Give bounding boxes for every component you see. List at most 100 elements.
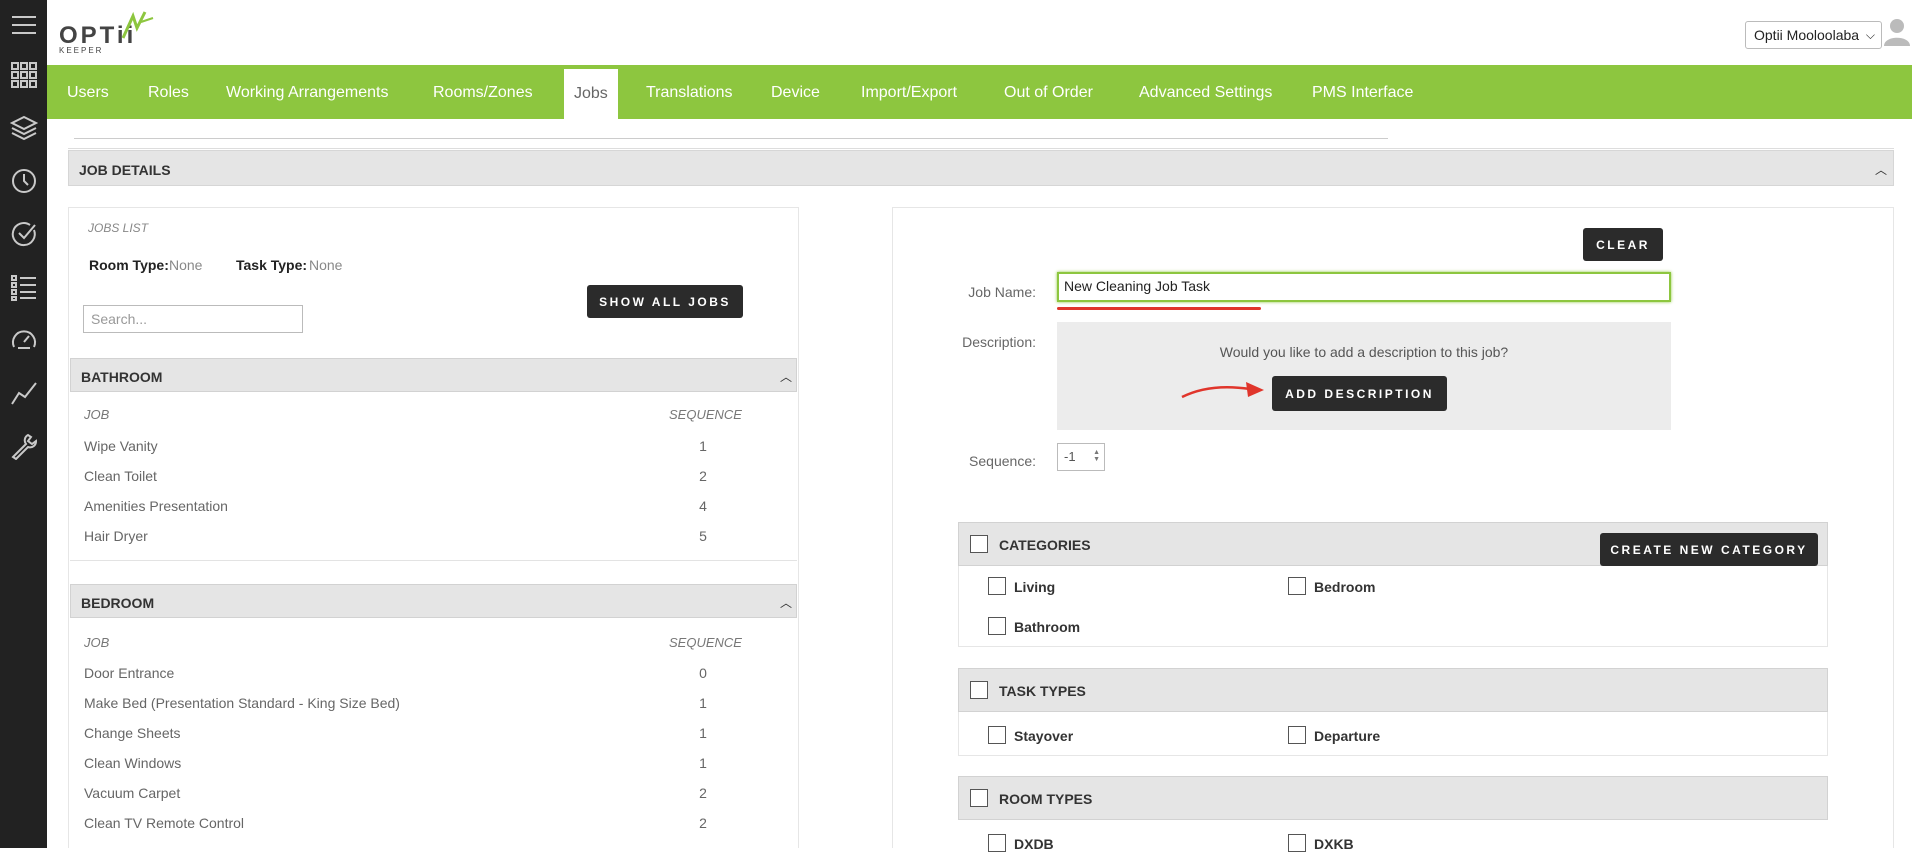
group-header-bedroom[interactable]: BEDROOM ︿ (70, 584, 797, 618)
job-row-name[interactable]: Make Bed (Presentation Standard - King S… (84, 695, 400, 711)
task-type-label: Stayover (1014, 728, 1074, 744)
room-types-header: ROOM TYPES (958, 776, 1828, 820)
description-prompt: Would you like to add a description to t… (1219, 344, 1509, 360)
check-circle-icon[interactable] (0, 212, 47, 256)
add-description-button[interactable]: ADD DESCRIPTION (1272, 376, 1447, 411)
tab-advanced-settings[interactable]: Advanced Settings (1139, 65, 1272, 119)
job-row-name[interactable]: Change Sheets (84, 725, 181, 741)
wrench-icon[interactable] (0, 424, 47, 468)
top-header: OPTii KEEPER Optii Mooloolaba ⌵ (47, 0, 1912, 65)
show-all-jobs-button[interactable]: SHOW ALL JOBS (587, 285, 743, 318)
tab-pms-interface[interactable]: PMS Interface (1312, 65, 1413, 119)
category-checkbox-bathroom[interactable] (988, 617, 1006, 635)
job-column-header: JOB (84, 407, 110, 422)
job-name-label: Job Name: (968, 284, 1036, 300)
menu-icon[interactable] (0, 3, 47, 47)
description-label: Description: (962, 334, 1036, 350)
room-types-select-all-checkbox[interactable] (970, 789, 988, 807)
categories-select-all-checkbox[interactable] (970, 535, 988, 553)
section-title: JOB DETAILS (79, 162, 171, 178)
job-row-seq: 1 (699, 695, 707, 711)
job-details-header[interactable]: JOB DETAILS ︿ (68, 150, 1894, 186)
categories-title: CATEGORIES (999, 537, 1091, 553)
task-type-checkbox-stayover[interactable] (988, 726, 1006, 744)
hotel-select-value: Optii Mooloolaba (1754, 27, 1860, 43)
logo-mark-icon (121, 11, 154, 39)
category-label: Living (1014, 579, 1056, 595)
search-input[interactable]: Search... (83, 305, 303, 333)
job-row-seq: 1 (699, 755, 707, 771)
tab-device[interactable]: Device (771, 65, 820, 119)
category-label: Bedroom (1314, 579, 1376, 595)
room-types-title: ROOM TYPES (999, 791, 1093, 807)
logo-subtext: KEEPER (59, 46, 104, 55)
tab-import-export[interactable]: Import/Export (861, 65, 957, 119)
divider (70, 560, 797, 561)
layers-icon[interactable] (0, 106, 47, 150)
room-type-checkbox-dxkb[interactable] (1288, 834, 1306, 852)
chart-icon[interactable] (0, 371, 47, 415)
category-label: Bathroom (1014, 619, 1081, 635)
user-icon[interactable] (1884, 18, 1910, 46)
task-type-label: Task Type: (236, 257, 308, 273)
job-row-name[interactable]: Wipe Vanity (84, 438, 158, 454)
jobs-list-label: JOBS LIST (88, 221, 149, 235)
categories-body (958, 566, 1828, 647)
apps-grid-icon[interactable] (0, 53, 47, 97)
group-title: BEDROOM (81, 595, 155, 611)
main-nav: Users Roles Working Arrangements Rooms/Z… (47, 65, 1912, 119)
divider (68, 148, 1894, 149)
job-row-seq: 4 (699, 498, 707, 514)
job-name-field[interactable]: New Cleaning Job Task (1057, 272, 1671, 302)
tab-working-arrangements[interactable]: Working Arrangements (226, 65, 388, 119)
clear-button[interactable]: CLEAR (1583, 228, 1663, 261)
chevron-up-icon[interactable]: ︿ (1875, 161, 1887, 178)
group-title: BATHROOM (81, 369, 163, 385)
job-row-name[interactable]: Hair Dryer (84, 528, 148, 544)
job-row-name[interactable]: Clean Toilet (84, 468, 157, 484)
job-row-seq: 2 (699, 468, 707, 484)
tab-jobs[interactable]: Jobs (564, 69, 618, 119)
sequence-value: -1 (1064, 449, 1076, 464)
job-row-name[interactable]: Door Entrance (84, 665, 174, 681)
room-type-label: DXDB (1014, 836, 1054, 852)
task-type-value: None (309, 257, 343, 273)
clock-icon[interactable] (0, 159, 47, 203)
sequence-label: Sequence: (969, 453, 1036, 469)
list-icon[interactable] (0, 265, 47, 309)
annotation-underline (1057, 307, 1261, 310)
sequence-column-header: SEQUENCE (669, 407, 742, 422)
job-column-header: JOB (84, 635, 110, 650)
task-types-select-all-checkbox[interactable] (970, 681, 988, 699)
job-row-name[interactable]: Amenities Presentation (84, 498, 228, 514)
job-row-name[interactable]: Clean Windows (84, 755, 181, 771)
job-row-seq: 1 (699, 438, 707, 454)
job-row-name[interactable]: Clean TV Remote Control (84, 815, 244, 831)
sequence-column-header: SEQUENCE (669, 635, 742, 650)
task-type-checkbox-departure[interactable] (1288, 726, 1306, 744)
room-type-checkbox-dxdb[interactable] (988, 834, 1006, 852)
chevron-down-icon: ⌵ (1865, 28, 1875, 42)
divider (74, 138, 1388, 139)
job-row-seq: 5 (699, 528, 707, 544)
room-type-label: Room Type: (89, 257, 169, 273)
hotel-select[interactable]: Optii Mooloolaba ⌵ (1745, 21, 1882, 49)
tab-translations[interactable]: Translations (646, 65, 733, 119)
create-new-category-button[interactable]: CREATE NEW CATEGORY (1600, 533, 1818, 566)
tab-users[interactable]: Users (67, 65, 109, 119)
chevron-up-icon[interactable]: ︿ (780, 368, 792, 385)
job-row-seq: 0 (699, 665, 707, 681)
left-sidebar (0, 0, 47, 848)
category-checkbox-living[interactable] (988, 577, 1006, 595)
job-row-name[interactable]: Vacuum Carpet (84, 785, 180, 801)
sequence-stepper[interactable]: -1 ▲ ▼ (1057, 443, 1105, 471)
category-checkbox-bedroom[interactable] (1288, 577, 1306, 595)
room-type-value: None (169, 257, 203, 273)
tab-rooms-zones[interactable]: Rooms/Zones (433, 65, 533, 119)
dashboard-icon[interactable] (0, 318, 47, 362)
tab-out-of-order[interactable]: Out of Order (1004, 65, 1093, 119)
spinner-arrows-icon[interactable]: ▲ ▼ (1093, 449, 1100, 463)
group-header-bathroom[interactable]: BATHROOM ︿ (70, 358, 797, 392)
chevron-up-icon[interactable]: ︿ (780, 594, 792, 611)
tab-roles[interactable]: Roles (148, 65, 189, 119)
